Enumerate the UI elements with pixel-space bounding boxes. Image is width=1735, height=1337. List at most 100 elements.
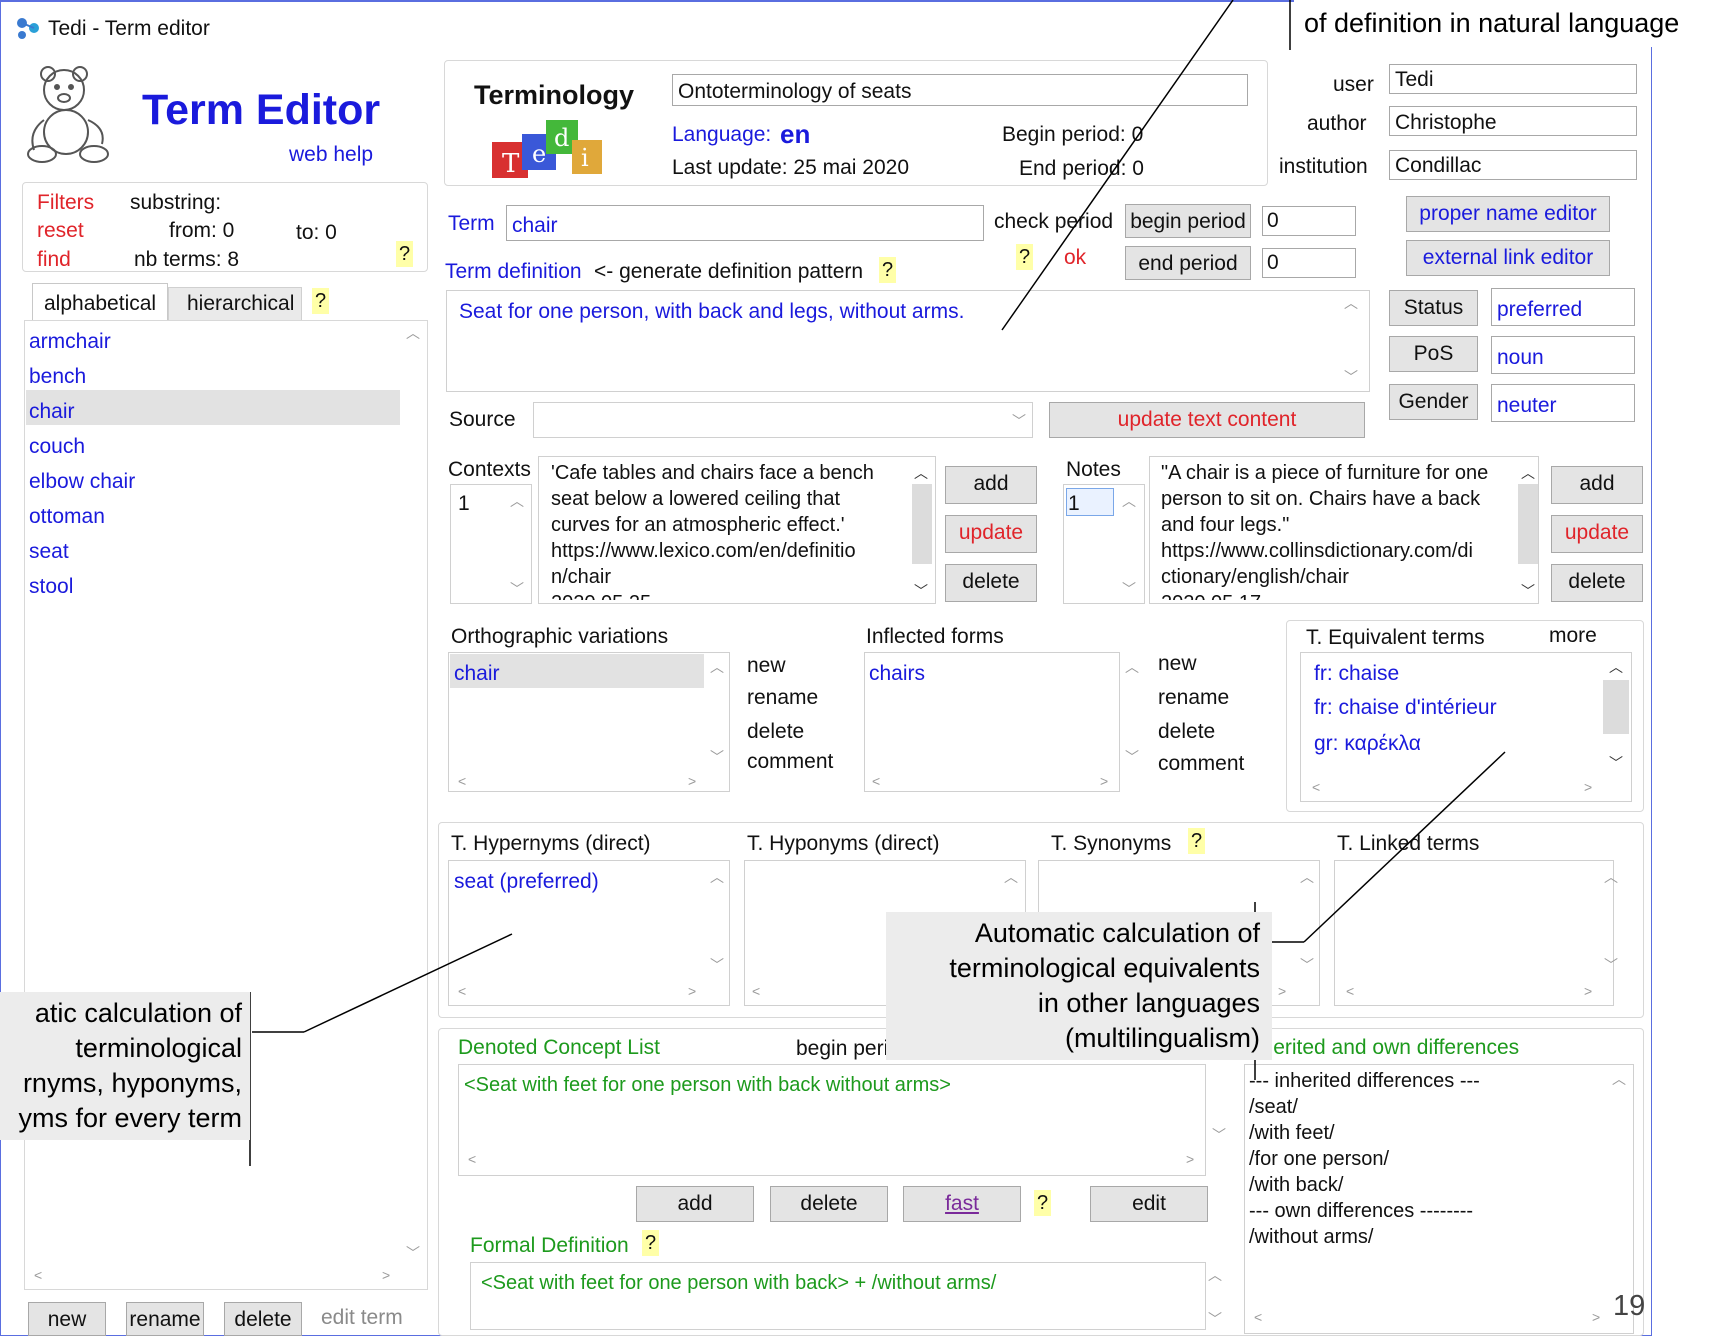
- scroll-left-arrow[interactable]: <: [1346, 984, 1354, 998]
- scroll-down-arrow[interactable]: ﹀: [1212, 1128, 1226, 1142]
- check-period-help-icon[interactable]: ?: [1016, 244, 1034, 270]
- scroll-down-arrow[interactable]: ﹀: [1208, 1312, 1222, 1326]
- list-item[interactable]: chairs: [869, 662, 925, 686]
- list-item[interactable]: armchair: [29, 330, 111, 354]
- list-item[interactable]: seat: [29, 540, 69, 564]
- scroll-right-arrow[interactable]: >: [1278, 984, 1286, 998]
- scroll-left-arrow[interactable]: <: [1312, 780, 1320, 794]
- chevron-down-icon[interactable]: ﹀: [1012, 414, 1026, 428]
- scrollbar-thumb[interactable]: [912, 484, 932, 564]
- scroll-up-arrow[interactable]: ︿: [1208, 1268, 1222, 1282]
- reset-link[interactable]: reset: [37, 219, 84, 243]
- scroll-down-arrow[interactable]: ﹀: [1122, 582, 1136, 596]
- scrollbar-thumb[interactable]: [1518, 484, 1538, 564]
- inflected-new[interactable]: new: [1158, 652, 1197, 676]
- web-help-link[interactable]: web help: [289, 143, 373, 167]
- scroll-up-arrow[interactable]: ︿: [1125, 660, 1139, 674]
- inflected-rename[interactable]: rename: [1158, 686, 1229, 710]
- concept-item[interactable]: <Seat with feet for one person with back…: [464, 1074, 951, 1097]
- scroll-up-arrow[interactable]: ︿: [710, 870, 724, 884]
- scroll-up-arrow[interactable]: ︿: [1609, 660, 1623, 674]
- scroll-right-arrow[interactable]: >: [382, 1268, 390, 1282]
- scroll-down-arrow[interactable]: ﹀: [1300, 958, 1314, 972]
- contexts-add-button[interactable]: add: [945, 466, 1037, 504]
- ortho-comment[interactable]: comment: [747, 750, 833, 774]
- scroll-left-arrow[interactable]: <: [752, 984, 760, 998]
- scrollbar-thumb[interactable]: [1603, 680, 1629, 734]
- scroll-left-arrow[interactable]: <: [458, 984, 466, 998]
- scroll-right-arrow[interactable]: >: [688, 774, 696, 788]
- scroll-up-arrow[interactable]: ︿: [1344, 296, 1358, 310]
- gender-button[interactable]: Gender: [1389, 384, 1478, 420]
- scroll-left-arrow[interactable]: <: [468, 1152, 476, 1166]
- list-item[interactable]: elbow chair: [29, 470, 135, 494]
- delete-term-button[interactable]: delete: [224, 1302, 302, 1336]
- notes-delete-button[interactable]: delete: [1551, 564, 1643, 602]
- end-period-button[interactable]: end period: [1125, 246, 1251, 280]
- filters-help-icon[interactable]: ?: [396, 241, 414, 267]
- ortho-rename[interactable]: rename: [747, 686, 818, 710]
- inflected-comment[interactable]: comment: [1158, 752, 1244, 776]
- term-input[interactable]: [506, 205, 984, 241]
- scroll-right-arrow[interactable]: >: [1100, 774, 1108, 788]
- scroll-down-arrow[interactable]: ﹀: [710, 750, 724, 764]
- scroll-left-arrow[interactable]: <: [872, 774, 880, 788]
- list-item[interactable]: bench: [29, 365, 86, 389]
- rename-term-button[interactable]: rename: [126, 1302, 204, 1336]
- scroll-down-arrow[interactable]: ﹀: [510, 582, 524, 596]
- synonyms-help-icon[interactable]: ?: [1188, 828, 1206, 854]
- concept-add-button[interactable]: add: [636, 1186, 754, 1222]
- inflected-delete[interactable]: delete: [1158, 720, 1215, 744]
- list-item[interactable]: ottoman: [29, 505, 105, 529]
- scroll-up-arrow[interactable]: ︿: [710, 660, 724, 674]
- scroll-right-arrow[interactable]: >: [1584, 984, 1592, 998]
- equivalents-more-link[interactable]: more: [1549, 624, 1597, 648]
- status-button[interactable]: Status: [1389, 290, 1478, 326]
- scroll-right-arrow[interactable]: >: [1592, 1310, 1600, 1324]
- scroll-right-arrow[interactable]: >: [1584, 780, 1592, 794]
- list-item[interactable]: gr: καρέκλα: [1314, 732, 1421, 756]
- tabs-help-icon[interactable]: ?: [312, 288, 330, 314]
- scroll-down-arrow[interactable]: ﹀: [710, 958, 724, 972]
- concept-help-icon[interactable]: ?: [1034, 1190, 1052, 1216]
- scroll-left-arrow[interactable]: <: [34, 1268, 42, 1282]
- find-link[interactable]: find: [37, 248, 71, 272]
- contexts-update-button[interactable]: update: [945, 515, 1037, 553]
- scroll-up-arrow[interactable]: ︿: [1521, 466, 1535, 480]
- contexts-delete-button[interactable]: delete: [945, 564, 1037, 602]
- external-link-editor-button[interactable]: external link editor: [1406, 240, 1610, 276]
- scroll-left-arrow[interactable]: <: [1254, 1310, 1262, 1324]
- concept-edit-button[interactable]: edit: [1090, 1186, 1208, 1222]
- linked-terms-list[interactable]: [1334, 860, 1614, 1006]
- scroll-down-arrow[interactable]: ﹀: [1125, 750, 1139, 764]
- scroll-right-arrow[interactable]: >: [1186, 1152, 1194, 1166]
- list-item[interactable]: fr: chaise: [1314, 662, 1399, 686]
- notes-update-button[interactable]: update: [1551, 515, 1643, 553]
- scroll-up-arrow[interactable]: ︿: [914, 466, 928, 480]
- scroll-up-arrow[interactable]: ︿: [1122, 494, 1136, 508]
- pos-button[interactable]: PoS: [1389, 336, 1478, 372]
- generate-pattern-link[interactable]: <- generate definition pattern: [594, 260, 863, 284]
- scroll-right-arrow[interactable]: >: [688, 984, 696, 998]
- differences-textarea[interactable]: [1244, 1064, 1634, 1334]
- concept-fast-button[interactable]: fast: [903, 1186, 1021, 1222]
- list-item[interactable]: fr: chaise d'intérieur: [1314, 696, 1497, 720]
- scroll-up-arrow[interactable]: ︿: [406, 326, 420, 340]
- begin-period-button[interactable]: begin period: [1125, 204, 1251, 238]
- scroll-up-arrow[interactable]: ︿: [1300, 870, 1314, 884]
- formal-definition-help-icon[interactable]: ?: [642, 1230, 660, 1256]
- list-item[interactable]: seat (preferred): [454, 870, 599, 894]
- notes-add-button[interactable]: add: [1551, 466, 1643, 504]
- list-item[interactable]: chair: [29, 400, 75, 424]
- scroll-down-arrow[interactable]: ﹀: [406, 1246, 420, 1260]
- ortho-delete[interactable]: delete: [747, 720, 804, 744]
- scroll-down-arrow[interactable]: ﹀: [1344, 370, 1358, 384]
- scroll-up-arrow[interactable]: ︿: [1004, 870, 1018, 884]
- list-item[interactable]: couch: [29, 435, 85, 459]
- proper-name-editor-button[interactable]: proper name editor: [1406, 196, 1610, 232]
- scroll-down-arrow[interactable]: ﹀: [1604, 958, 1618, 972]
- scroll-up-arrow[interactable]: ︿: [1604, 870, 1618, 884]
- scroll-down-arrow[interactable]: ﹀: [1521, 584, 1535, 598]
- scroll-up-arrow[interactable]: ︿: [510, 494, 524, 508]
- scroll-left-arrow[interactable]: <: [458, 774, 466, 788]
